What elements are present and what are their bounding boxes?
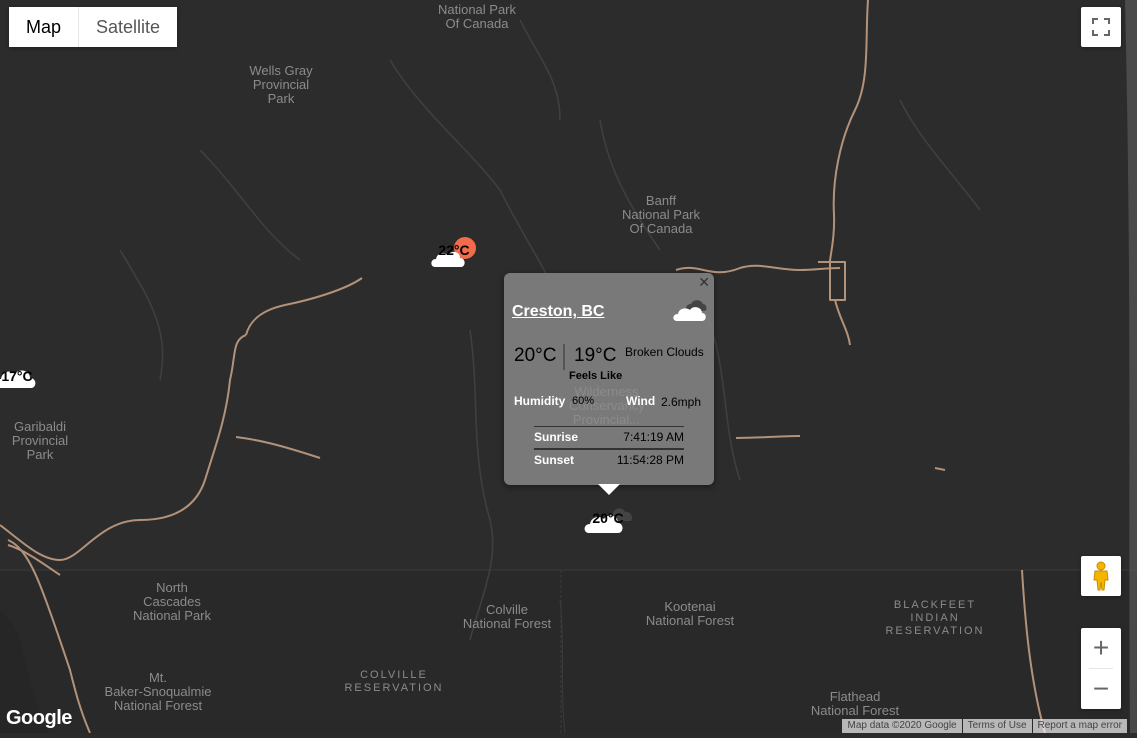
close-icon[interactable]: ✕ bbox=[698, 274, 710, 291]
zoom-out-button[interactable]: − bbox=[1081, 669, 1121, 709]
current-temp: 20°C bbox=[514, 345, 557, 366]
sunrise-label: Sunrise bbox=[534, 430, 579, 444]
map-footer: Map data ©2020 Google Terms of Use Repor… bbox=[841, 719, 1127, 733]
temp-divider bbox=[563, 344, 565, 370]
google-logo: Google bbox=[6, 707, 72, 729]
place-label-flathead: Flathead National Forest bbox=[810, 689, 900, 718]
sunset-label: Sunset bbox=[534, 453, 575, 467]
map-type-map-button[interactable]: Map bbox=[9, 7, 79, 47]
place-label-banff: Banff National Park Of Canada bbox=[621, 193, 701, 236]
place-label-jasper: National Park Of Canada bbox=[437, 2, 517, 31]
report-map-error-link[interactable]: Report a map error bbox=[1032, 719, 1127, 733]
map-data-attribution: Map data ©2020 Google bbox=[842, 719, 962, 733]
weather-marker-17[interactable]: 17°C bbox=[0, 360, 42, 396]
place-label-baker-snoqualmie: Mt. Baker-Snoqualmie National Forest bbox=[104, 670, 212, 713]
humidity-value: 60% bbox=[572, 395, 595, 407]
zoom-control: + − bbox=[1081, 628, 1121, 709]
feels-like-label: Feels Like bbox=[569, 370, 623, 382]
map-type-satellite-button[interactable]: Satellite bbox=[78, 7, 178, 47]
sunrise-value: 7:41:19 AM bbox=[623, 430, 684, 444]
zoom-in-button[interactable]: + bbox=[1081, 628, 1121, 668]
pegman-icon bbox=[1093, 561, 1109, 591]
weather-marker-22[interactable]: 22°C bbox=[429, 236, 479, 272]
place-label-wells-gray: Wells Gray Provincial Park bbox=[249, 63, 313, 106]
wind-value: 2.6mph bbox=[661, 395, 702, 409]
place-label-colville-reservation: COLVILLE RESERVATION bbox=[344, 669, 444, 694]
weather-description: Broken Clouds bbox=[625, 345, 704, 359]
city-link[interactable]: Creston, BC bbox=[512, 303, 604, 321]
divider bbox=[534, 448, 684, 450]
place-label-colville-forest: Colville National Forest bbox=[462, 602, 552, 631]
place-label-kootenai: Kootenai National Forest bbox=[645, 599, 735, 628]
marker-temp: 22°C bbox=[438, 242, 470, 258]
terms-of-use-link[interactable]: Terms of Use bbox=[962, 719, 1032, 733]
weather-marker-20[interactable]: 20°C bbox=[583, 501, 633, 537]
sunset-value: 11:54:28 PM bbox=[616, 453, 684, 467]
wind-label: Wind bbox=[626, 394, 656, 408]
broken-clouds-icon bbox=[673, 300, 707, 321]
street-view-pegman-button[interactable] bbox=[1081, 556, 1121, 596]
divider bbox=[534, 426, 684, 427]
info-window[interactable]: ✕ Creston, BC 20°C 19°C Broken Clouds Fe… bbox=[504, 273, 714, 485]
humidity-label: Humidity bbox=[514, 394, 566, 408]
marker-temp: 17°C bbox=[1, 368, 33, 384]
fullscreen-button[interactable] bbox=[1081, 7, 1121, 47]
place-label-garibaldi: Garibaldi Provincial Park bbox=[11, 419, 69, 462]
fullscreen-icon bbox=[1092, 18, 1110, 36]
marker-temp: 20°C bbox=[592, 510, 624, 526]
feels-like-temp: 19°C bbox=[574, 345, 617, 366]
place-label-north-cascades: North Cascades National Park bbox=[132, 580, 212, 623]
map-type-control: Map Satellite bbox=[9, 7, 178, 47]
info-window-tail bbox=[598, 484, 620, 495]
place-label-blackfeet: BLACKFEET INDIAN RESERVATION bbox=[885, 599, 985, 637]
